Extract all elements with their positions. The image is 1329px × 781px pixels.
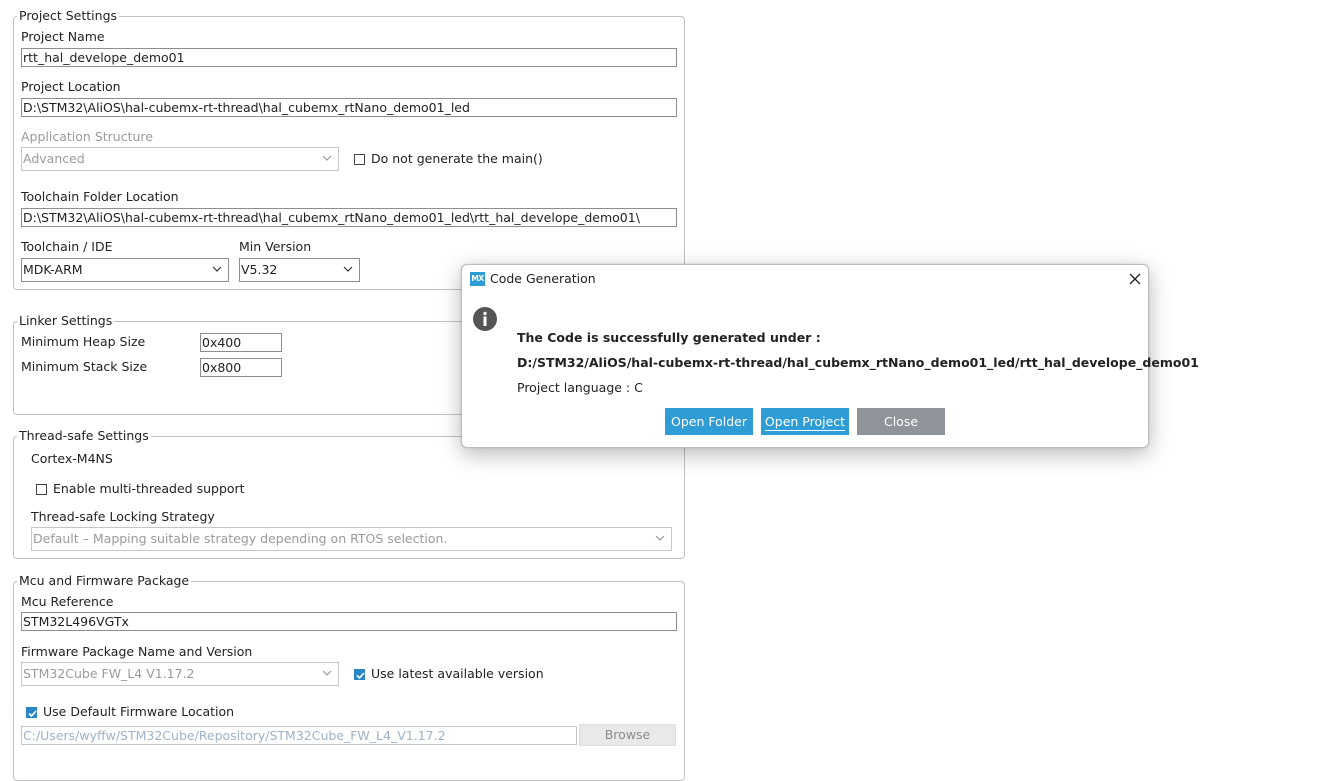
toolchain-folder-input[interactable]: D:\STM32\AliOS\hal-cubemx-rt-thread\hal_… (21, 208, 677, 227)
application-structure-value: Advanced (23, 151, 85, 166)
application-structure-label: Application Structure (21, 129, 153, 144)
toolchain-folder-label: Toolchain Folder Location (21, 189, 179, 204)
min-version-select[interactable]: V5.32 (239, 258, 360, 282)
open-project-button[interactable]: Open Project (761, 408, 849, 435)
min-version-label: Min Version (239, 239, 312, 254)
multithread-checkbox[interactable] (36, 484, 47, 495)
project-location-input[interactable]: D:\STM32\AliOS\hal-cubemx-rt-thread\hal_… (21, 98, 677, 117)
use-latest-checkbox[interactable] (354, 669, 365, 680)
toolchain-ide-select[interactable]: MDK-ARM (21, 258, 229, 282)
linker-settings-title: Linker Settings (17, 313, 115, 329)
open-project-label: Open Project (764, 414, 846, 431)
project-location-label: Project Location (21, 79, 121, 94)
close-icon[interactable] (1129, 273, 1141, 285)
toolchain-ide-value: MDK-ARM (23, 262, 83, 277)
min-heap-input[interactable]: 0x400 (200, 333, 282, 352)
close-button[interactable]: Close (857, 408, 945, 435)
do-not-generate-main-label: Do not generate the main() (371, 151, 543, 166)
chevron-down-icon (322, 155, 332, 161)
generated-path: D:/STM32/AliOS/hal-cubemx-rt-thread/hal_… (517, 355, 1199, 370)
use-latest-label: Use latest available version (371, 666, 544, 681)
locking-strategy-value: Default – Mapping suitable strategy depe… (33, 531, 448, 546)
app-icon: MX (470, 272, 485, 286)
mcu-reference-label: Mcu Reference (21, 594, 114, 609)
multithread-label: Enable multi-threaded support (53, 481, 245, 496)
browse-button[interactable]: Browse (579, 724, 676, 746)
project-name-label: Project Name (21, 29, 105, 44)
chevron-down-icon (322, 670, 332, 676)
application-structure-select[interactable]: Advanced (21, 147, 339, 171)
checkmark-icon (356, 672, 365, 680)
info-icon (473, 307, 497, 331)
project-settings-title: Project Settings (17, 8, 120, 24)
mcu-reference-input[interactable]: STM32L496VGTx (21, 612, 677, 631)
dialog-title: Code Generation (490, 271, 596, 286)
min-stack-label: Minimum Stack Size (21, 359, 148, 374)
chevron-down-icon (343, 266, 353, 272)
chevron-down-icon (212, 266, 222, 272)
chevron-down-icon (655, 535, 665, 541)
firmware-package-select[interactable]: STM32Cube FW_L4 V1.17.2 (21, 662, 339, 686)
do-not-generate-main-checkbox[interactable] (354, 154, 365, 165)
project-language: Project language : C (517, 380, 643, 395)
thread-safe-title: Thread-safe Settings (17, 428, 151, 444)
min-heap-label: Minimum Heap Size (21, 334, 146, 349)
locking-strategy-label: Thread-safe Locking Strategy (31, 509, 215, 524)
firmware-package-value: STM32Cube FW_L4 V1.17.2 (23, 666, 195, 681)
checkmark-icon (28, 710, 37, 718)
core-label: Cortex-M4NS (31, 451, 113, 466)
code-generation-dialog: MX Code Generation The Code is successfu… (461, 264, 1199, 448)
toolchain-ide-label: Toolchain / IDE (21, 239, 113, 254)
mcu-firmware-title: Mcu and Firmware Package (17, 573, 192, 589)
project-name-input[interactable]: rtt_hal_develope_demo01 (21, 48, 677, 67)
locking-strategy-select[interactable]: Default – Mapping suitable strategy depe… (31, 527, 672, 551)
use-default-location-label: Use Default Firmware Location (43, 704, 235, 719)
success-message: The Code is successfully generated under… (517, 330, 821, 345)
firmware-package-label: Firmware Package Name and Version (21, 644, 253, 659)
min-version-value: V5.32 (241, 262, 278, 277)
use-default-location-checkbox[interactable] (26, 707, 37, 718)
open-folder-button[interactable]: Open Folder (665, 408, 753, 435)
firmware-location-input[interactable]: C:/Users/wyffw/STM32Cube/Repository/STM3… (21, 726, 577, 745)
min-stack-input[interactable]: 0x800 (200, 358, 282, 377)
app-icon-text: MX (471, 274, 484, 283)
